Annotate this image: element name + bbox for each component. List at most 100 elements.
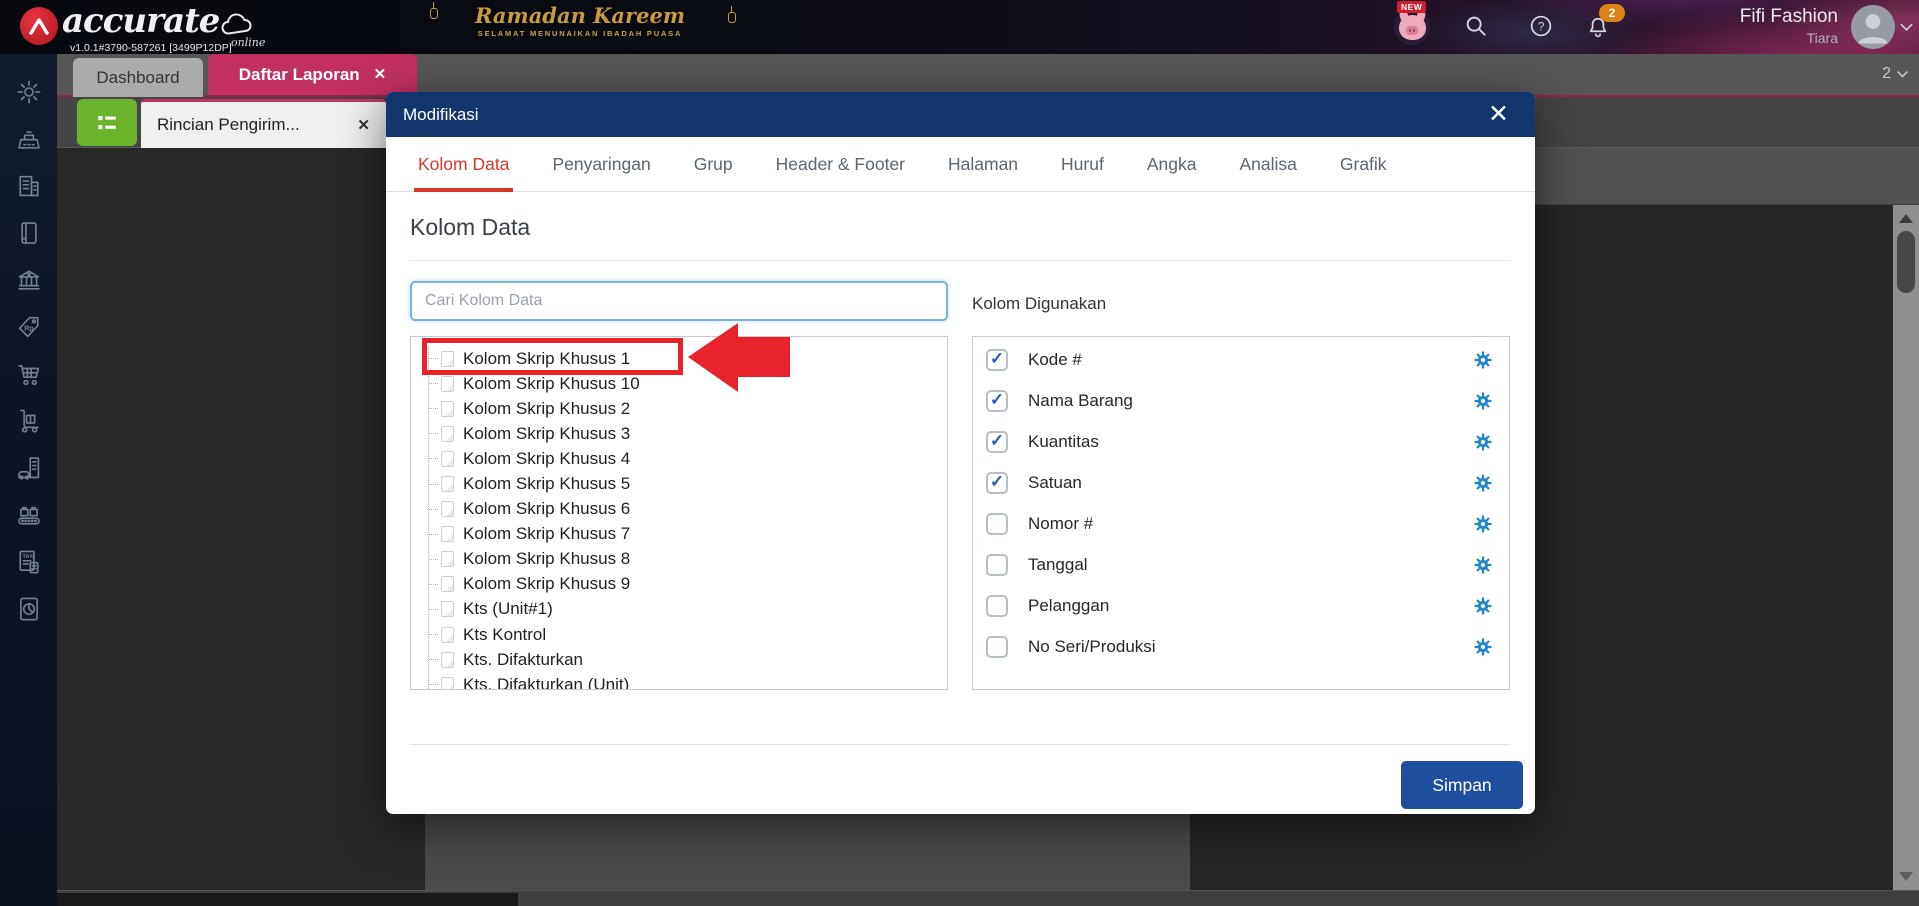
sidebar-item-purchases[interactable]	[0, 350, 57, 397]
gear-icon[interactable]	[1472, 349, 1494, 371]
dialog-tab-analisa[interactable]: Analisa	[1235, 154, 1300, 192]
tree-item[interactable]: Kts (Unit#1)	[429, 597, 947, 622]
search-input[interactable]	[410, 281, 948, 321]
sidebar-item-reports[interactable]	[0, 585, 57, 632]
checkbox-unchecked[interactable]	[986, 635, 1008, 658]
sidebar-item-tax[interactable]: TAX	[0, 538, 57, 585]
tree-item[interactable]: Kts. Difakturkan (Unit)	[429, 672, 947, 689]
sidebar-item-company[interactable]	[0, 162, 57, 209]
gear-icon[interactable]	[1472, 595, 1494, 617]
svg-text:TAX: TAX	[22, 553, 33, 559]
gear-icon[interactable]	[1472, 472, 1494, 494]
used-column-row: Kuantitas	[973, 421, 1509, 462]
sidebar-item-journal[interactable]	[0, 209, 57, 256]
tree-item[interactable]: Kolom Skrip Khusus 2	[429, 396, 947, 421]
person-icon	[1858, 14, 1888, 44]
tree-item[interactable]: Kolom Skrip Khusus 3	[429, 421, 947, 446]
chevron-down-icon	[1897, 70, 1908, 78]
gear-icon[interactable]	[1472, 513, 1494, 535]
sidebar-item-settings[interactable]	[0, 68, 57, 115]
tree-item[interactable]: Kolom Skrip Khusus 4	[429, 446, 947, 471]
dialog-tab-kolom-data[interactable]: Kolom Data	[414, 154, 514, 192]
tree-item[interactable]: Kts Kontrol	[429, 622, 947, 647]
asset-building-car-icon	[17, 456, 39, 480]
account-info[interactable]: Fifi Fashion Tiara	[1630, 6, 1838, 46]
tree-item[interactable]: Kolom Skrip Khusus 8	[429, 547, 947, 572]
scroll-up-arrow[interactable]	[1899, 214, 1913, 223]
save-button[interactable]: Simpan	[1401, 761, 1523, 809]
checkbox-checked[interactable]	[986, 348, 1008, 371]
tab-count-value: 2	[1882, 65, 1891, 82]
used-column-row: Pelanggan	[973, 585, 1509, 626]
scroll-down-arrow[interactable]	[1899, 872, 1913, 881]
sidebar-item-manufacture[interactable]	[0, 491, 57, 538]
mascot-pig-icon[interactable]	[1394, 9, 1430, 45]
document-icon	[441, 576, 454, 593]
tree-item-label: Kolom Skrip Khusus 8	[463, 549, 631, 569]
tree-item[interactable]: Kolom Skrip Khusus 9	[429, 572, 947, 597]
app-window: accurate online v1.0.1#3790-587261 [3499…	[0, 0, 1919, 906]
tab-daftar-laporan[interactable]: Daftar Laporan ✕	[208, 54, 417, 95]
dialog-tab-grafik[interactable]: Grafik	[1336, 154, 1391, 192]
close-icon[interactable]: ✕	[1488, 102, 1509, 127]
tree-item[interactable]: Kolom Skrip Khusus 6	[429, 497, 947, 522]
checkbox-checked[interactable]	[986, 430, 1008, 453]
dialog-tab-huruf[interactable]: Huruf	[1057, 154, 1108, 192]
dialog-tab-penyaringan[interactable]: Penyaringan	[548, 154, 654, 192]
sidebar-item-bank[interactable]	[0, 256, 57, 303]
modifikasi-dialog: Modifikasi ✕ Kolom Data Penyaringan Grup He…	[386, 92, 1535, 814]
vertical-scrollbar[interactable]	[1893, 205, 1919, 890]
checkbox-checked[interactable]	[986, 471, 1008, 494]
avatar[interactable]	[1851, 5, 1895, 49]
tree-item-label: Kolom Skrip Khusus 7	[463, 524, 631, 544]
dialog-tab-angka[interactable]: Angka	[1143, 154, 1201, 192]
available-columns-box: Kolom Skrip Khusus 1 Kolom Skrip Khusus 1…	[410, 336, 948, 690]
tree-item[interactable]: Kolom Skrip Khusus 5	[429, 471, 947, 496]
sidebar-item-cash-register[interactable]	[0, 115, 57, 162]
sidebar-item-sales[interactable]: Rp	[0, 303, 57, 350]
tree-item[interactable]: Kolom Skrip Khusus 7	[429, 522, 947, 547]
tab-label: Dashboard	[96, 67, 180, 87]
scrollbar-thumb[interactable]	[57, 893, 518, 906]
subtab-rincian-pengiriman[interactable]: Rincian Pengirim... ✕	[141, 99, 386, 148]
close-icon[interactable]: ✕	[374, 67, 387, 82]
tree-item-label: Kolom Skrip Khusus 3	[463, 423, 631, 443]
dialog-header: Modifikasi ✕	[386, 92, 1535, 137]
document-icon	[441, 626, 454, 643]
tree-item[interactable]: Kts. Difakturkan	[429, 647, 947, 672]
used-columns-title: Kolom Digunakan	[972, 294, 1107, 313]
report-list-panel	[57, 148, 425, 890]
document-icon	[441, 501, 454, 518]
checkbox-unchecked[interactable]	[986, 594, 1008, 617]
sidebar-item-fixed-asset[interactable]	[0, 444, 57, 491]
checkbox-unchecked[interactable]	[986, 553, 1008, 576]
horizontal-scrollbar[interactable]	[57, 890, 1919, 906]
used-column-row: No Seri/Produksi	[973, 626, 1509, 667]
chevron-down-icon[interactable]	[1899, 21, 1914, 33]
accurate-logo-icon[interactable]	[20, 7, 58, 45]
tree-item-label: Kts. Difakturkan	[463, 649, 583, 669]
dialog-tab-header-footer[interactable]: Header & Footer	[772, 154, 909, 192]
scrollbar-thumb[interactable]	[1897, 231, 1915, 293]
close-icon[interactable]: ✕	[357, 116, 370, 134]
lantern-icon	[728, 6, 736, 23]
gear-icon[interactable]	[1472, 554, 1494, 576]
dialog-tab-halaman[interactable]: Halaman	[944, 154, 1022, 192]
search-icon[interactable]	[1463, 13, 1489, 39]
brand-wordmark: accurate	[62, 1, 220, 41]
report-list-button[interactable]	[77, 99, 137, 146]
help-icon[interactable]: ?	[1528, 13, 1554, 39]
tab-overflow-dropdown[interactable]: 2	[1882, 65, 1909, 83]
gear-icon[interactable]	[1472, 431, 1494, 453]
dialog-title: Modifikasi	[403, 104, 479, 124]
checkbox-unchecked[interactable]	[986, 512, 1008, 535]
sidebar-item-inventory[interactable]	[0, 397, 57, 444]
tree-item-label: Kolom Skrip Khusus 6	[463, 499, 631, 519]
sidebar: Rp TAX	[0, 54, 57, 906]
tab-dashboard[interactable]: Dashboard	[73, 58, 203, 97]
company-name: Fifi Fashion	[1739, 6, 1838, 27]
gear-icon[interactable]	[1472, 390, 1494, 412]
checkbox-checked[interactable]	[986, 389, 1008, 412]
dialog-tab-grup[interactable]: Grup	[690, 154, 737, 192]
gear-icon[interactable]	[1472, 636, 1494, 658]
